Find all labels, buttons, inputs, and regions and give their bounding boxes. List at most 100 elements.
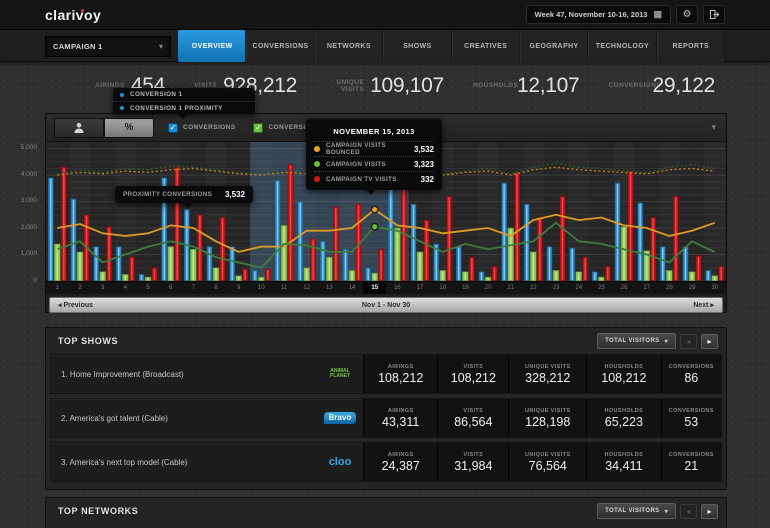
legend-checkbox-0[interactable]: ✓ <box>168 123 178 133</box>
day-tick-22[interactable]: 22 <box>522 282 545 294</box>
stat-conversions: CONVERSIONS29,122 <box>609 68 715 104</box>
top-networks-prev-button[interactable]: ◂ <box>680 504 697 519</box>
day-tick-21[interactable]: 21 <box>499 282 522 294</box>
day-tick-29[interactable]: 29 <box>681 282 704 294</box>
show-stats: AIRINGS108,212VISITS108,212UNIQUE VISITS… <box>363 355 721 393</box>
logout-button[interactable] <box>703 5 725 24</box>
y-tick-label: 5,000 <box>21 144 37 151</box>
day-tick-1[interactable]: 1 <box>46 282 69 294</box>
top-shows-header: TOP SHOWS TOTAL VISITORS ▾ ◂ ▸ <box>46 328 726 354</box>
day-tick-20[interactable]: 20 <box>477 282 500 294</box>
person-icon <box>73 122 85 133</box>
tooltip-tail <box>366 190 376 195</box>
conversion-option-label: CONVERSION 1 PROXIMITY <box>130 105 223 112</box>
top-shows-next-button[interactable]: ▸ <box>701 334 718 349</box>
campaign-selector-label: CAMPAIGN 1 <box>53 42 103 51</box>
chart-options-caret-icon[interactable]: ▾ <box>711 122 718 133</box>
day-tick-17[interactable]: 17 <box>409 282 432 294</box>
tab-overview[interactable]: OVERVIEW <box>178 30 246 62</box>
day-tick-14[interactable]: 14 <box>341 282 364 294</box>
day-tooltip-rows: CAMPAIGN VISITS BOUNCED3,532CAMPAIGN VIS… <box>314 141 434 186</box>
conversion-option-0[interactable]: CONVERSION 1 <box>113 88 255 101</box>
day-tick-13[interactable]: 13 <box>318 282 341 294</box>
show-logo: cloo <box>317 443 363 481</box>
legend-label: CONVERSIONS <box>183 124 235 131</box>
day-tick-5[interactable]: 5 <box>137 282 160 294</box>
day-tick-8[interactable]: 8 <box>205 282 228 294</box>
chart-y-axis: 01,0002,0003,0004,0005,000 <box>0 141 40 280</box>
day-tick-24[interactable]: 24 <box>567 282 590 294</box>
tooltip-row-1: CAMPAIGN VISITS3,323 <box>314 156 434 171</box>
app-logo-text: clarivoy <box>45 7 101 23</box>
cell-value: 24,387 <box>382 459 420 473</box>
chevron-down-icon: ▾ <box>665 508 668 515</box>
tab-creatives[interactable]: CREATIVES <box>452 30 520 62</box>
day-tick-28[interactable]: 28 <box>658 282 681 294</box>
nav-tabs: OVERVIEWCONVERSIONSNETWORKSSHOWSCREATIVE… <box>178 30 725 62</box>
column-label: UNIQUE VISITS <box>525 408 571 414</box>
pager-previous-label: Previous <box>63 302 93 309</box>
pager-next-button[interactable]: Next ▸ <box>624 301 714 309</box>
day-tick-7[interactable]: 7 <box>182 282 205 294</box>
bullet-icon <box>120 93 124 97</box>
table-row[interactable]: 2. America's got talent (Cable) Bravo AIRI… <box>50 398 722 438</box>
day-tick-25[interactable]: 25 <box>590 282 613 294</box>
logout-icon <box>709 9 720 20</box>
tab-shows[interactable]: SHOWS <box>383 30 451 62</box>
top-networks-next-button[interactable]: ▸ <box>701 504 718 519</box>
date-range-label: Week 47, November 10-16, 2013 <box>535 10 648 19</box>
tab-conversions[interactable]: CONVERSIONS <box>246 30 314 62</box>
day-tick-11[interactable]: 11 <box>273 282 296 294</box>
settings-button[interactable]: ⚙ <box>676 5 698 24</box>
day-tick-15[interactable]: 15 <box>363 282 386 294</box>
day-tick-18[interactable]: 18 <box>431 282 454 294</box>
day-tick-27[interactable]: 27 <box>635 282 658 294</box>
top-bar: clarivoy Week 47, November 10-16, 2013 ▦… <box>0 0 770 30</box>
top-shows-prev-button[interactable]: ◂ <box>680 334 697 349</box>
campaign-selector[interactable]: CAMPAIGN 1 ▾ <box>45 36 171 57</box>
stat-cell-housholds: HOUSHOLDS108,212 <box>587 355 660 393</box>
day-tick-26[interactable]: 26 <box>613 282 636 294</box>
conversion-option-1[interactable]: CONVERSION 1 PROXIMITY <box>113 101 255 114</box>
day-tick-9[interactable]: 9 <box>227 282 250 294</box>
top-networks-filter-dropdown[interactable]: TOTAL VISITORS ▾ <box>597 503 676 519</box>
day-tick-10[interactable]: 10 <box>250 282 273 294</box>
show-name: 2. America's got talent (Cable) <box>51 399 317 437</box>
bravo-logo: Bravo <box>324 412 357 424</box>
day-tick-16[interactable]: 16 <box>386 282 409 294</box>
day-tick-4[interactable]: 4 <box>114 282 137 294</box>
stat-label: UNIQUE VISITS <box>326 79 364 94</box>
day-tick-23[interactable]: 23 <box>545 282 568 294</box>
table-row[interactable]: 1. Home Improvement (Broadcast)ANIMALPLA… <box>50 354 722 394</box>
column-label: VISITS <box>463 452 483 458</box>
tab-technology[interactable]: TECHNOLOGY <box>588 30 656 62</box>
day-tick-6[interactable]: 6 <box>159 282 182 294</box>
tab-geography[interactable]: GEOGRAPHY <box>520 30 588 62</box>
day-tick-12[interactable]: 12 <box>295 282 318 294</box>
show-logo: Bravo <box>317 399 363 437</box>
gear-icon: ⚙ <box>683 9 692 20</box>
tab-reports[interactable]: REPORTS <box>657 30 725 62</box>
tab-networks[interactable]: NETWORKS <box>315 30 383 62</box>
stat-cell-airings: AIRINGS108,212 <box>364 355 437 393</box>
pager-previous-button[interactable]: ◂ Previous <box>58 301 148 309</box>
day-tick-19[interactable]: 19 <box>454 282 477 294</box>
day-tick-3[interactable]: 3 <box>91 282 114 294</box>
column-label: CONVERSIONS <box>669 452 714 458</box>
stat-cell-visits: VISITS108,212 <box>438 355 508 393</box>
audience-view-button[interactable] <box>54 118 104 138</box>
stat-value: 29,122 <box>653 74 715 98</box>
legend-checkbox-1[interactable]: ✓ <box>253 123 263 133</box>
day-tick-30[interactable]: 30 <box>703 282 726 294</box>
app-logo: clarivoy <box>45 7 101 23</box>
percent-view-button[interactable]: % <box>104 118 154 138</box>
table-row[interactable]: 3. America's next top model (Cable)clooA… <box>50 442 722 482</box>
top-shows-filter-dropdown[interactable]: TOTAL VISITORS ▾ <box>597 333 676 349</box>
day-tick-2[interactable]: 2 <box>69 282 92 294</box>
stat-cell-housholds: HOUSHOLDS65,223 <box>587 399 660 437</box>
date-range-selector[interactable]: Week 47, November 10-16, 2013 ▦ <box>526 5 671 24</box>
dropdown-tail <box>178 114 188 119</box>
conversion-dropdown: CONVERSION 1 CONVERSION 1 PROXIMITY <box>113 88 255 114</box>
y-tick-label: 4,000 <box>21 171 37 178</box>
show-stats: AIRINGS43,311VISITS86,564UNIQUE VISITS12… <box>363 399 721 437</box>
